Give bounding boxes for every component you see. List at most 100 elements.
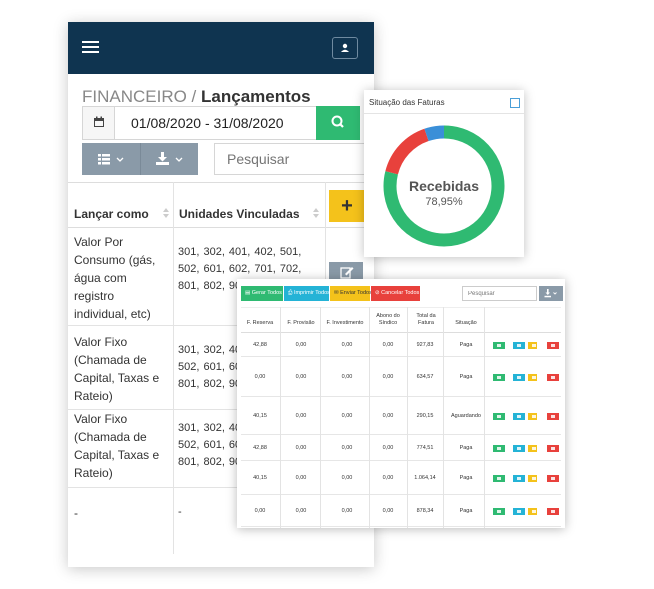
column-header-lancar-como[interactable]: Lançar como [74,207,149,221]
sort-icon[interactable] [312,207,320,219]
cancel-button[interactable] [547,474,559,482]
print-button[interactable] [513,507,525,515]
print-button[interactable] [513,373,525,381]
cancel-icon [551,476,555,480]
date-search-button[interactable] [316,106,360,140]
list-icon [497,446,501,450]
send-button[interactable] [528,373,537,381]
invoice-cell: 0,00 [295,374,307,380]
print-icon [517,446,521,450]
send-button[interactable] [528,507,537,515]
cancel-icon [551,446,555,450]
add-button[interactable]: + [329,190,365,222]
invoice-cell: 0,00 [254,508,266,514]
cancel-button[interactable] [547,412,559,420]
user-menu-button[interactable] [332,37,358,59]
hamburger-menu-icon[interactable] [82,41,99,54]
invoice-row: 42,88 0,00 0,00 0,00 927,83 Paga [241,333,561,357]
print-icon [517,343,521,347]
invoices-table-card: ▤ Gerar Todos ⎙ Imprimir Todos ✉ Enviar … [237,279,565,528]
send-all-label: Enviar Todos [340,290,372,296]
generate-button[interactable] [493,474,505,482]
invoice-cell: 0,00 [295,508,307,514]
cancel-button[interactable] [547,373,559,381]
column-divider [320,307,321,528]
page-title-main: Lançamentos [201,87,311,106]
invoice-cell: Paga [459,374,473,380]
mail-icon [532,476,536,480]
donut-segment-2 [424,125,445,142]
list-icon [497,509,501,513]
invoice-cell: 0,00 [382,374,394,380]
print-icon [517,375,521,379]
invoice-row: 42,88 0,00 0,00 0,00 774,51 Paga [241,435,561,461]
generate-all-button[interactable]: ▤ Gerar Todos [241,286,283,301]
column-divider [484,307,485,528]
cancel-button[interactable] [547,507,559,515]
invoice-cell: 1.064,14 [414,475,436,481]
print-button[interactable] [513,341,525,349]
send-all-button[interactable]: ✉ Enviar Todos [330,286,372,301]
send-button[interactable] [528,444,537,452]
invoice-cell: 290,15 [416,413,434,419]
invoice-row: 0,00 0,00 0,00 0,00 634,57 Paga [241,357,561,397]
invoice-cell: 0,00 [295,342,307,348]
print-button[interactable] [513,412,525,420]
mail-icon [532,414,536,418]
calendar-icon [83,107,115,139]
send-button[interactable] [528,341,537,349]
invoice-cell: 40,15 [253,413,267,419]
send-button[interactable] [528,474,537,482]
cancel-button[interactable] [547,341,559,349]
header-total: Total da Fatura [416,313,436,326]
page-title: FINANCEIRO / Lançamentos [82,87,311,107]
generate-button[interactable] [493,412,505,420]
invoice-row: 40,15 0,00 0,00 0,00 290,15 Aguardando [241,397,561,435]
expand-icon[interactable] [510,98,520,108]
invoice-cell: 774,51 [416,445,434,451]
invoice-cell: 0,00 [382,508,394,514]
column-divider [280,307,281,528]
mail-icon [532,446,536,450]
generate-button[interactable] [493,341,505,349]
invoice-cell: 0,00 [254,374,266,380]
invoice-cell: 42,88 [253,445,267,451]
invoices-download-button[interactable] [539,286,563,301]
print-button[interactable] [513,474,525,482]
invoices-search-input[interactable] [462,286,537,301]
invoice-cell: 0,00 [382,475,394,481]
card-title: Situação das Faturas [369,98,445,107]
search-input[interactable] [214,143,372,175]
view-options-button[interactable] [82,143,140,175]
header-f-reserva: F. Reserva [246,320,274,326]
page-title-prefix: FINANCEIRO / [82,87,202,106]
invoice-cell: 927,83 [416,342,434,348]
send-button[interactable] [528,412,537,420]
download-icon [544,289,557,298]
header-f-provisao: F. Provisão [287,320,315,326]
invoice-cell: Paga [459,445,473,451]
print-button[interactable] [513,444,525,452]
generate-button[interactable] [493,507,505,515]
generate-button[interactable] [493,444,505,452]
date-range-value: 01/08/2020 - 31/08/2020 [131,115,284,131]
donut-center-label: Recebidas [408,178,480,194]
generate-button[interactable] [493,373,505,381]
invoices-table-header: F. Reserva F. Provisão F. Investimento A… [241,307,561,333]
cancel-button[interactable] [547,444,559,452]
row-type: Valor Por Consumo (gás, água com registr… [74,235,156,321]
invoice-status-card: Situação das Faturas Recebidas 78,95% [364,90,524,257]
cancel-all-button[interactable]: ⊘ Cancelar Todos [371,286,420,301]
date-range-filter[interactable]: 01/08/2020 - 31/08/2020 [82,106,360,140]
row-type: Valor Fixo (Chamada de Capital, Taxas e … [74,335,160,403]
column-header-unidades[interactable]: Unidades Vinculadas [179,207,300,221]
top-navbar [68,22,374,74]
search-icon [331,115,344,128]
print-all-button[interactable]: ⎙ Imprimir Todos [284,286,330,301]
invoice-cell: 40,15 [253,475,267,481]
sort-icon[interactable] [162,207,170,219]
invoice-cell: 42,88 [253,342,267,348]
download-options-button[interactable] [140,143,198,175]
print-all-label: Imprimir Todos [293,290,330,296]
row-type: - [74,506,78,520]
